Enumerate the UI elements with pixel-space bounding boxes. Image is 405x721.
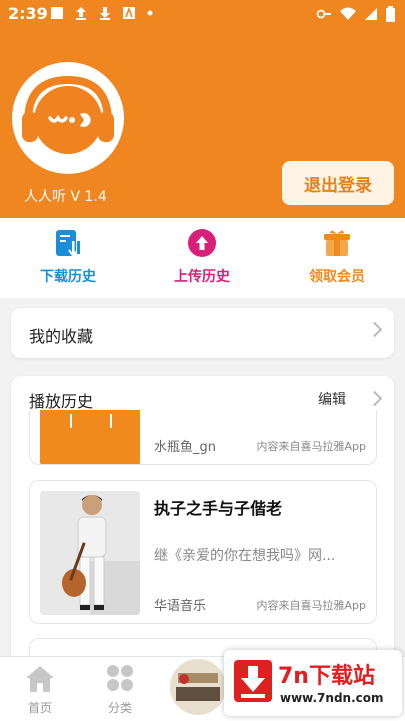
upload-arrow-icon (76, 7, 86, 20)
download-arrow-icon (234, 660, 272, 702)
download-history-icon (56, 230, 80, 258)
claim-membership-button[interactable]: 领取会员 (282, 228, 392, 286)
promo-url: www.7ndn.com (280, 691, 384, 705)
nav-category[interactable]: 分类 (90, 663, 150, 716)
upload-cloud-icon (188, 229, 216, 257)
battery-icon (386, 6, 395, 22)
gift-box-icon (324, 230, 350, 256)
headphones-logo-icon (22, 75, 114, 154)
now-playing-disc[interactable] (170, 659, 226, 715)
category-grid-icon (107, 665, 133, 691)
item-source: 内容来自喜马拉雅App (256, 440, 367, 453)
history-item[interactable]: 水瓶鱼_gn 内容来自喜马拉雅App (29, 410, 377, 465)
history-item[interactable]: 执子之手与子偕老 继《亲爱的你在想我吗》网... 华语音乐 内容来自喜马拉雅Ap… (29, 480, 377, 624)
my-favorites-label: 我的收藏 (29, 327, 94, 346)
promo-brand: 7n下载站 (278, 664, 375, 689)
edit-button[interactable]: 编辑 (318, 389, 346, 409)
upload-history-button[interactable]: 上传历史 (147, 228, 257, 286)
album-cover-image (40, 491, 140, 615)
item-source: 内容来自喜马拉雅App (256, 599, 367, 612)
item-category: 华语音乐 (154, 599, 207, 614)
square-notification-icon (51, 7, 63, 19)
download-history-label: 下载历史 (40, 269, 96, 285)
nav-home[interactable]: 首页 (10, 663, 70, 716)
album-cover-orange (40, 410, 140, 464)
item-title: 执子之手与子偕老 (154, 499, 283, 518)
my-favorites-row[interactable]: 我的收藏 (11, 308, 394, 358)
profile-header: 人人听 V 1.4 退出登录 (0, 28, 405, 218)
home-icon (26, 666, 54, 692)
claim-membership-label: 领取会员 (309, 269, 365, 285)
app-notification-icon (123, 6, 135, 19)
dot-icon (147, 10, 153, 16)
nav-home-label: 首页 (27, 701, 52, 715)
play-history-title: 播放历史 (29, 392, 94, 411)
status-time: 2:39 (8, 4, 48, 23)
status-bar: 2:39 (0, 0, 405, 28)
quick-actions-bar: 下载历史 上传历史 领取会员 (0, 218, 405, 298)
vpn-key-icon (316, 9, 331, 19)
system-status-icons (316, 6, 395, 22)
item-category: 水瓶鱼_gn (154, 440, 216, 455)
signal-icon (365, 8, 377, 20)
app-version-label: 人人听 V 1.4 (24, 189, 107, 205)
chevron-right-icon[interactable] (366, 390, 383, 407)
nav-category-label: 分类 (107, 701, 132, 715)
download-site-promo[interactable]: 7n下载站 www.7ndn.com (224, 650, 402, 716)
download-arrow-icon (100, 7, 110, 20)
download-history-button[interactable]: 下载历史 (13, 228, 123, 286)
chevron-right-icon (366, 321, 383, 338)
album-art-thumbnail (170, 659, 226, 715)
upload-history-label: 上传历史 (174, 269, 230, 285)
notification-icons (50, 6, 154, 20)
item-description: 继《亲爱的你在想我吗》网... (154, 548, 336, 564)
play-history-section: 播放历史 编辑 水瓶鱼_gn 内容来自喜马拉雅App 执子之手与子偕老 继《亲爱… (11, 376, 394, 666)
logout-button[interactable]: 退出登录 (282, 161, 394, 205)
wifi-icon (340, 7, 356, 20)
app-logo (12, 62, 124, 174)
singer-with-guitar-image (40, 491, 140, 615)
